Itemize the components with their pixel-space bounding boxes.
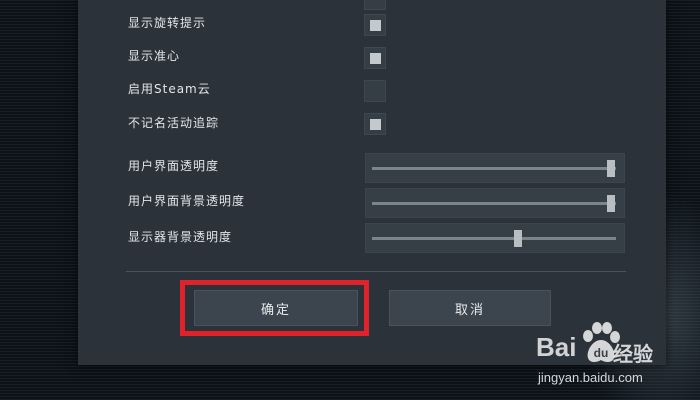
slider-thumb[interactable] xyxy=(514,230,523,247)
slider-thumb[interactable] xyxy=(607,160,616,177)
label-show-crosshair: 显示准心 xyxy=(128,49,181,63)
checkbox-enable-steam-cloud[interactable] xyxy=(364,80,386,102)
slider-track xyxy=(372,202,616,205)
slider-track xyxy=(372,167,616,170)
slider-thumb[interactable] xyxy=(607,195,616,212)
watermark-brand-left: Bai xyxy=(536,332,577,362)
label-anonymous-tracking: 不记名活动追踪 xyxy=(128,116,220,130)
checkbox-anonymous-tracking[interactable] xyxy=(364,113,386,135)
slider-ui-background-opacity[interactable] xyxy=(365,188,625,218)
watermark-brand: Bai xyxy=(536,332,576,363)
slider-ui-opacity[interactable] xyxy=(365,153,625,183)
svg-text:du: du xyxy=(594,346,609,360)
confirm-highlight-box xyxy=(180,280,369,336)
label-show-rotation-tips: 显示旋转提示 xyxy=(128,16,207,30)
watermark-url: jingyan.baidu.com xyxy=(538,370,643,385)
checkbox-show-rotation-tips[interactable] xyxy=(364,14,386,36)
slider-track xyxy=(372,237,616,240)
slider-display-background-opacity[interactable] xyxy=(365,223,625,253)
label-display-background-opacity: 显示器背景透明度 xyxy=(128,230,233,244)
label-enable-steam-cloud: 启用Steam云 xyxy=(128,82,211,96)
checkbox-partial-top[interactable] xyxy=(364,0,386,10)
checkbox-show-crosshair[interactable] xyxy=(364,47,386,69)
checkbox-mark xyxy=(370,20,381,31)
label-ui-background-opacity: 用户界面背景透明度 xyxy=(128,194,246,208)
checkbox-mark xyxy=(370,119,381,130)
label-ui-opacity: 用户界面透明度 xyxy=(128,159,220,173)
checkbox-mark xyxy=(370,53,381,64)
cancel-button[interactable]: 取消 xyxy=(389,290,551,326)
watermark-brand-right: 经验 xyxy=(613,342,653,366)
divider xyxy=(126,271,626,272)
